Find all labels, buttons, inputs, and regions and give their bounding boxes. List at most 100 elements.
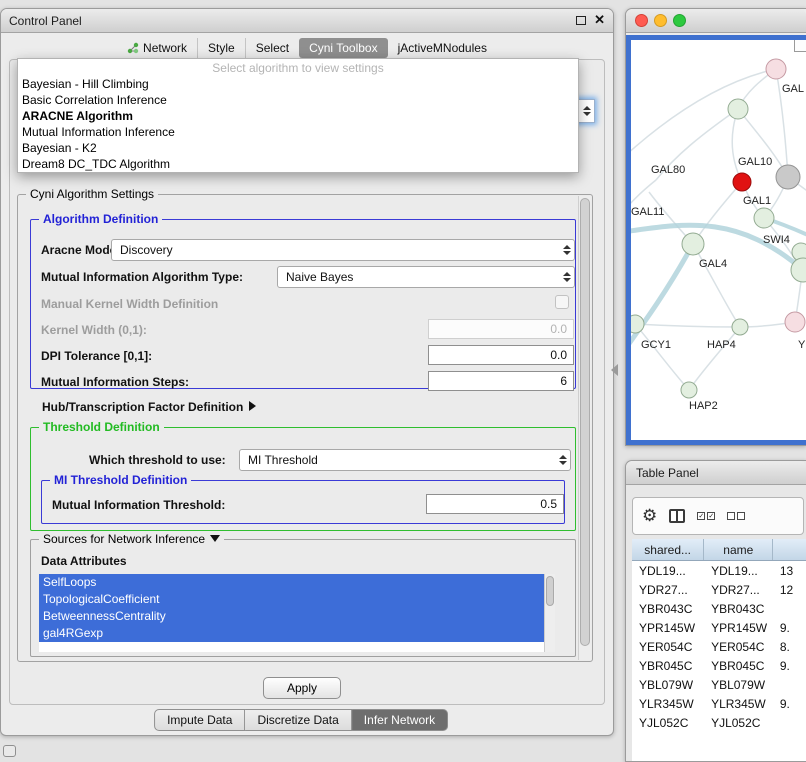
which-threshold-combobox[interactable]: MI Threshold — [239, 449, 571, 471]
table-row[interactable]: YBL079W YBL079W — [632, 675, 806, 694]
close-traffic-light[interactable] — [635, 14, 648, 27]
minimize-traffic-light[interactable] — [654, 14, 667, 27]
collapse-down-icon[interactable] — [210, 535, 220, 542]
settings-scrollbar[interactable] — [578, 196, 591, 660]
apply-button[interactable]: Apply — [263, 677, 341, 699]
table-row[interactable]: YER054C YER054C 8. — [632, 637, 806, 656]
mi-threshold-field[interactable]: 0.5 — [426, 494, 564, 514]
select-all-icon[interactable]: ✓✓ — [697, 512, 715, 520]
column-header[interactable]: shared... — [632, 539, 704, 560]
table-row[interactable]: YDR27... YDR27... 12 — [632, 580, 806, 599]
network-node[interactable] — [631, 315, 644, 333]
kernel-width-field[interactable]: 0.0 — [428, 319, 574, 339]
dropdown-item[interactable]: Bayesian - Hill Climbing — [18, 76, 578, 92]
network-node[interactable] — [776, 165, 800, 189]
tab-select[interactable]: Select — [245, 38, 299, 58]
algorithm-dropdown: Select algorithm to view settings Bayesi… — [17, 58, 579, 173]
cyni-algorithm-settings-group: Cyni Algorithm Settings Algorithm Defini… — [17, 194, 593, 662]
scrollbar-thumb[interactable] — [546, 576, 554, 606]
table-toolbar: ⚙ ✓✓ — [632, 497, 804, 535]
column-header[interactable] — [773, 539, 806, 560]
aracne-mode-label: Aracne Mode: — [41, 243, 120, 257]
node-label: GAL11 — [631, 206, 664, 218]
sources-toggle[interactable]: Sources for Network Inference — [39, 532, 224, 546]
which-threshold-label: Which threshold to use: — [89, 453, 226, 467]
restore-panel-icon[interactable] — [3, 745, 16, 757]
control-panel-tabs: Network Style Select Cyni Toolbox jActiv… — [1, 36, 613, 60]
network-view-window: GAL GAL80 GAL10 GAL11 GAL1 SWI4 GAL4 GCY… — [625, 8, 806, 446]
zoom-traffic-light[interactable] — [673, 14, 686, 27]
node-label: GAL1 — [743, 195, 771, 207]
list-scrollbar[interactable] — [544, 574, 555, 652]
tab-infer-network[interactable]: Infer Network — [352, 709, 448, 731]
table-header: shared... name — [632, 539, 806, 561]
node-label: HAP2 — [689, 400, 718, 412]
dropdown-item[interactable]: Dream8 DC_TDC Algorithm — [18, 156, 578, 172]
tab-impute-data[interactable]: Impute Data — [154, 709, 245, 731]
panel-collapse-arrow-icon[interactable] — [611, 364, 618, 376]
network-node[interactable] — [728, 99, 748, 119]
data-attributes-label: Data Attributes — [41, 554, 127, 568]
hub-tf-definition-toggle[interactable]: Hub/Transcription Factor Definition — [42, 400, 256, 414]
attribute-item[interactable]: TopologicalCoefficient — [39, 591, 544, 608]
attribute-item[interactable]: gal4RGexp — [39, 625, 544, 642]
close-icon[interactable]: ✕ — [594, 14, 605, 26]
float-window-icon[interactable] — [576, 16, 586, 25]
table-row[interactable]: YBR045C YBR045C 9. — [632, 656, 806, 675]
deselect-all-icon[interactable] — [727, 512, 745, 520]
node-label: GAL80 — [651, 164, 685, 176]
node-label: GCY1 — [641, 339, 671, 351]
control-panel-titlebar[interactable]: Control Panel ✕ — [1, 9, 613, 33]
control-panel-title: Control Panel — [9, 14, 82, 28]
network-window-titlebar[interactable] — [626, 9, 806, 33]
node-label: Y — [798, 339, 805, 351]
mi-threshold-label: Mutual Information Threshold: — [52, 498, 225, 512]
mi-algorithm-type-combobox[interactable]: Naive Bayes — [277, 266, 575, 288]
algorithm-definition-fieldset: Algorithm Definition Aracne Mode: Discov… — [30, 219, 576, 389]
table-row[interactable]: YBR043C YBR043C — [632, 599, 806, 618]
table-row[interactable]: YJL052C YJL052C — [632, 713, 806, 732]
network-canvas[interactable]: GAL GAL80 GAL10 GAL11 GAL1 SWI4 GAL4 GCY… — [626, 35, 806, 445]
table-panel-titlebar[interactable]: Table Panel — [626, 461, 806, 485]
network-node[interactable] — [754, 208, 774, 228]
columns-icon[interactable] — [669, 509, 685, 523]
manual-kernel-width-checkbox[interactable] — [555, 295, 569, 309]
aracne-mode-combobox[interactable]: Discovery — [111, 239, 575, 261]
dropdown-item[interactable]: Basic Correlation Inference — [18, 92, 578, 108]
network-node[interactable] — [785, 312, 805, 332]
network-node[interactable] — [682, 233, 704, 255]
control-panel-window: Control Panel ✕ Network Style Select Cyn… — [0, 8, 614, 736]
table-panel-title: Table Panel — [636, 466, 699, 480]
column-header[interactable]: name — [704, 539, 773, 560]
network-node-red[interactable] — [733, 173, 751, 191]
table-row[interactable]: YDL19... YDL19... 13 — [632, 561, 806, 580]
chevron-updown-icon — [559, 455, 567, 465]
network-node[interactable] — [766, 59, 786, 79]
threshold-definition-fieldset: Threshold Definition Which threshold to … — [30, 427, 576, 531]
table-row[interactable]: YLR345W YLR345W 9. — [632, 694, 806, 713]
dropdown-placeholder: Select algorithm to view settings — [18, 61, 578, 76]
mi-algorithm-type-label: Mutual Information Algorithm Type: — [41, 270, 243, 284]
dpi-tolerance-field[interactable]: 0.0 — [428, 345, 574, 365]
dropdown-item[interactable]: Mutual Information Inference — [18, 124, 578, 140]
mi-threshold-definition-fieldset: MI Threshold Definition Mutual Informati… — [41, 480, 565, 524]
tab-jactivemnodules[interactable]: jActiveMNodules — [388, 38, 497, 58]
kernel-width-label: Kernel Width (0,1): — [41, 323, 147, 337]
canvas-scroll-corner[interactable] — [794, 40, 806, 52]
tab-discretize-data[interactable]: Discretize Data — [245, 709, 351, 731]
network-node[interactable] — [681, 382, 697, 398]
table-row[interactable]: YPR145W YPR145W 9. — [632, 618, 806, 637]
attribute-item[interactable]: SelfLoops — [39, 574, 544, 591]
tab-network[interactable]: Network — [117, 38, 197, 58]
dropdown-item[interactable]: Bayesian - K2 — [18, 140, 578, 156]
tab-cyni-toolbox[interactable]: Cyni Toolbox — [299, 38, 387, 58]
node-label: GAL — [782, 83, 804, 95]
expand-right-icon[interactable] — [249, 401, 256, 411]
scrollbar-thumb[interactable] — [580, 198, 590, 646]
network-node[interactable] — [732, 319, 748, 335]
tab-style[interactable]: Style — [197, 38, 245, 58]
gear-icon[interactable]: ⚙ — [642, 507, 657, 525]
mi-steps-field[interactable]: 6 — [428, 371, 574, 391]
dropdown-item-selected[interactable]: ARACNE Algorithm — [18, 108, 578, 124]
attribute-item[interactable]: BetweennessCentrality — [39, 608, 544, 625]
